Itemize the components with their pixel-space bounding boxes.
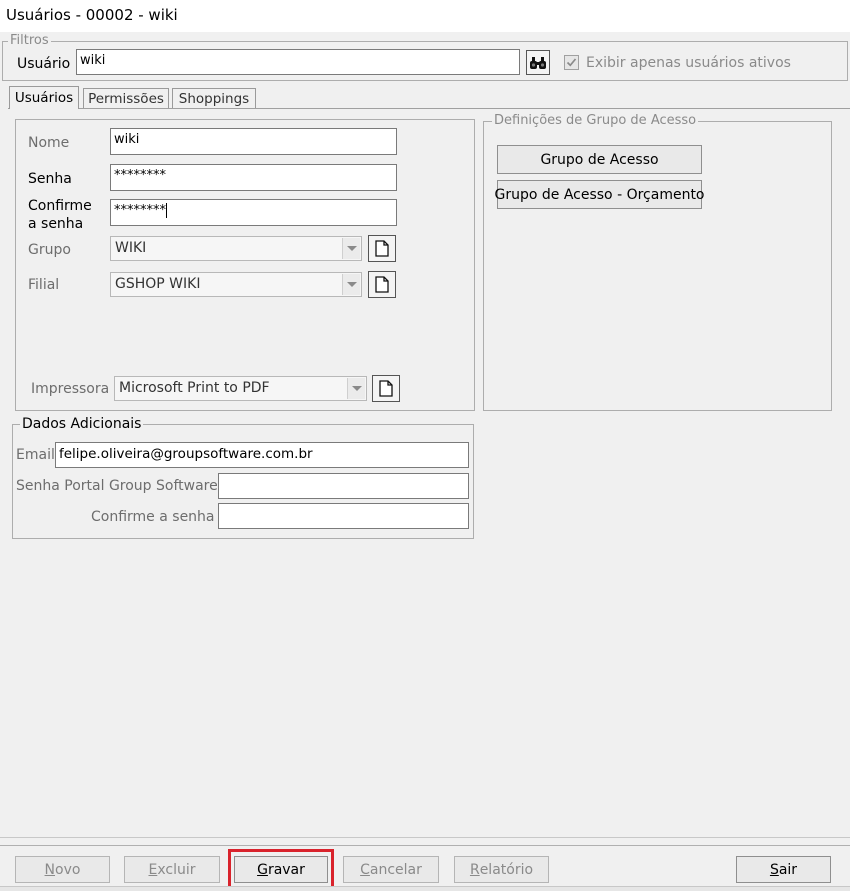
new-impressora-button[interactable] <box>372 375 400 402</box>
new-document-icon <box>375 240 389 257</box>
window-title: Usuários - 00002 - wiki <box>6 6 178 24</box>
horizontal-scrollbar[interactable] <box>0 886 850 891</box>
confirme-label-line2: a senha <box>28 216 84 232</box>
grupo-label: Grupo <box>28 242 71 258</box>
relatorio-label: elatório <box>479 861 534 878</box>
active-users-label: Exibir apenas usuários ativos <box>586 55 791 71</box>
checkmark-icon <box>566 58 577 67</box>
novo-mnemonic: N <box>44 861 56 878</box>
senha-portal-input[interactable] <box>218 473 469 499</box>
confirme-senha-value: ******** <box>114 203 166 218</box>
cancelar-mnemonic: C <box>360 861 370 878</box>
chevron-down-icon[interactable] <box>347 378 365 399</box>
tab-strip-line <box>8 108 850 109</box>
novo-button[interactable]: Novo <box>15 856 110 883</box>
grupo-select[interactable]: WIKI <box>110 236 362 261</box>
senha-portal-label: Senha Portal Group Software <box>16 478 218 494</box>
impressora-select-value: Microsoft Print to PDF <box>119 380 270 396</box>
gravar-button[interactable]: Gravar <box>234 856 328 883</box>
senha-input[interactable]: ******** <box>110 164 397 191</box>
confirme-senha-input[interactable]: ******** <box>110 199 397 226</box>
new-filial-button[interactable] <box>368 271 396 298</box>
chevron-down-icon[interactable] <box>342 238 360 259</box>
senha-label: Senha <box>28 171 72 187</box>
gravar-mnemonic: G <box>257 861 268 878</box>
dados-adicionais-legend: Dados Adicionais <box>20 416 144 432</box>
usuario-form-group <box>15 119 475 411</box>
sair-button[interactable]: Sair <box>736 856 831 883</box>
cancelar-label: ancelar <box>369 861 422 878</box>
grupo-acesso-orcamento-button[interactable]: Grupo de Acesso - Orçamento <box>495 180 705 209</box>
sair-label: air <box>778 861 798 878</box>
confirme-label-line1: Confirme <box>28 198 92 214</box>
excluir-button[interactable]: Excluir <box>124 856 220 883</box>
toolbar-border <box>0 845 850 846</box>
cancelar-button[interactable]: Cancelar <box>343 856 439 883</box>
filial-select[interactable]: GSHOP WIKI <box>110 272 362 297</box>
binoculars-icon <box>530 56 546 69</box>
confirme-senha-portal-label: Confirme a senha <box>91 509 215 525</box>
filtros-legend: Filtros <box>8 33 51 49</box>
impressora-select[interactable]: Microsoft Print to PDF <box>114 376 367 401</box>
active-users-checkbox[interactable] <box>564 55 579 70</box>
nome-label: Nome <box>28 135 70 151</box>
sair-mnemonic: S <box>769 861 779 878</box>
relatorio-mnemonic: R <box>469 861 480 878</box>
new-document-icon <box>375 276 389 293</box>
relatorio-button[interactable]: Relatório <box>454 856 549 883</box>
chevron-down-icon[interactable] <box>342 274 360 295</box>
tab-usuarios[interactable]: Usuários <box>9 86 79 109</box>
new-grupo-button[interactable] <box>368 235 396 262</box>
filial-select-value: GSHOP WIKI <box>115 276 201 292</box>
toolbar-divider <box>0 837 850 838</box>
usuario-filter-label: Usuário <box>17 56 71 72</box>
usuario-filter-input[interactable]: wiki <box>76 49 520 75</box>
filial-label: Filial <box>28 277 60 293</box>
grupo-select-value: WIKI <box>115 240 147 256</box>
email-label: Email <box>16 447 55 463</box>
email-input[interactable]: felipe.oliveira@groupsoftware.com.br <box>55 442 469 468</box>
new-document-icon <box>379 380 393 397</box>
text-caret <box>166 203 167 218</box>
excluir-label: xcluir <box>157 861 196 878</box>
tab-permissoes[interactable]: Permissões <box>83 88 169 108</box>
excluir-mnemonic: E <box>148 861 158 878</box>
title-bar: Usuários - 00002 - wiki <box>0 0 850 32</box>
confirme-senha-portal-input[interactable] <box>218 503 469 529</box>
definicoes-legend: Definições de Grupo de Acesso <box>492 113 699 129</box>
novo-label: ovo <box>55 861 81 878</box>
nome-input[interactable]: wiki <box>110 128 397 155</box>
tab-shoppings[interactable]: Shoppings <box>172 88 256 108</box>
search-button[interactable] <box>526 50 550 75</box>
grupo-acesso-button[interactable]: Grupo de Acesso <box>497 145 702 174</box>
impressora-label: Impressora <box>31 381 110 397</box>
gravar-label: ravar <box>267 861 305 878</box>
